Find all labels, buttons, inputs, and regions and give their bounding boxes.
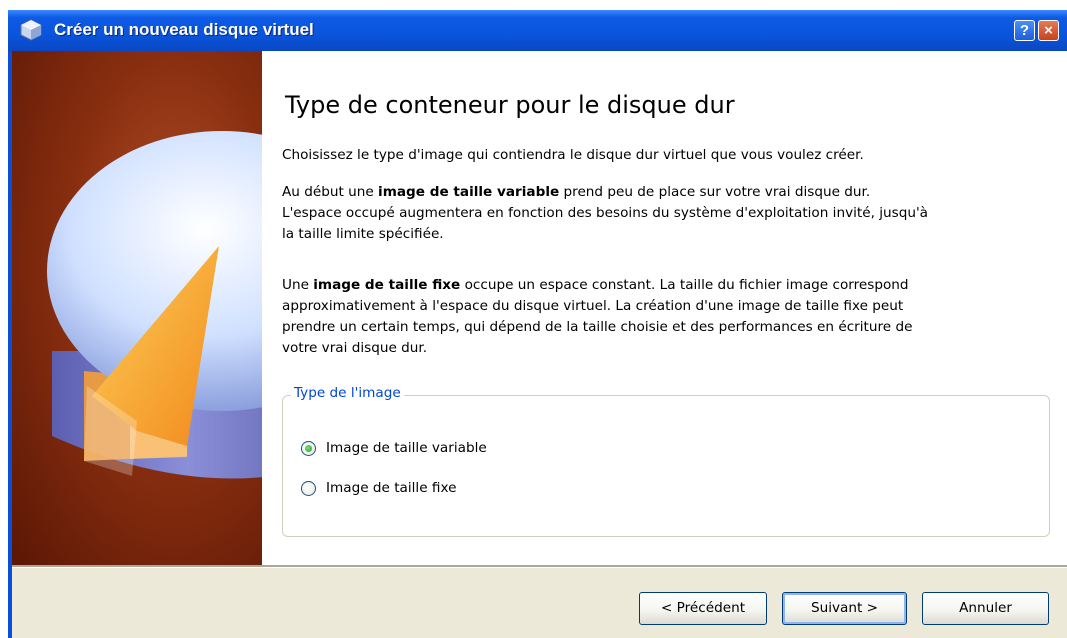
next-button[interactable]: Suivant >: [782, 592, 907, 625]
previous-button[interactable]: < Précédent: [639, 592, 767, 625]
wizard-window: Créer un nouveau disque virtuel ? × Type…: [8, 10, 1067, 638]
image-type-legend: Type de l'image: [291, 385, 404, 401]
text-fragment: votre vrai disque dur.: [282, 340, 428, 356]
cancel-button[interactable]: Annuler: [922, 592, 1049, 625]
fixed-image-description: Une image de taille fixe occupe un espac…: [282, 275, 1062, 359]
text-fragment: Une: [282, 277, 314, 293]
text-fragment: occupe un espace constant. La taille du …: [460, 277, 909, 293]
close-button[interactable]: ×: [1038, 20, 1059, 41]
window-title: Créer un nouveau disque virtuel: [54, 20, 314, 39]
radio-label[interactable]: Image de taille fixe: [326, 480, 456, 496]
text-fragment: Au début une: [282, 184, 379, 200]
text-fragment: prend peu de place sur votre vrai disque…: [559, 184, 871, 200]
radio-button-unchecked[interactable]: [301, 480, 316, 496]
dialog-client: Type de conteneur pour le disque dur Cho…: [12, 51, 1067, 638]
radio-variable-size[interactable]: Image de taille variable: [301, 437, 487, 459]
disk-illustration: [12, 51, 262, 565]
image-type-group: Type de l'image Image de taille variable…: [282, 385, 1050, 537]
variable-image-description: Au début une image de taille variable pr…: [282, 182, 1062, 245]
title-bar[interactable]: Créer un nouveau disque virtuel ? ×: [8, 10, 1067, 51]
radio-button-checked[interactable]: [301, 440, 316, 456]
radio-label[interactable]: Image de taille variable: [326, 440, 487, 456]
text-fragment: prendre un certain temps, qui dépend de …: [282, 319, 913, 335]
wizard-page: Type de conteneur pour le disque dur Cho…: [12, 51, 1067, 565]
virtualbox-icon: [20, 19, 42, 41]
variable-image-term: image de taille variable: [378, 184, 560, 200]
help-button[interactable]: ?: [1014, 20, 1035, 41]
separator-line: [12, 565, 1067, 568]
hard-disk-icon: [47, 131, 262, 479]
fixed-image-term: image de taille fixe: [313, 277, 461, 293]
text-fragment: la taille limite spécifiée.: [282, 226, 444, 242]
desktop-strip: [0, 0, 1067, 10]
intro-text: Choisissez le type d'image qui contiendr…: [282, 147, 864, 163]
page-title: Type de conteneur pour le disque dur: [285, 91, 735, 119]
text-fragment: L'espace occupé augmentera en fonction d…: [282, 205, 929, 221]
text-fragment: approximativement à l'espace du disque v…: [282, 298, 904, 314]
radio-fixed-size[interactable]: Image de taille fixe: [301, 477, 456, 499]
